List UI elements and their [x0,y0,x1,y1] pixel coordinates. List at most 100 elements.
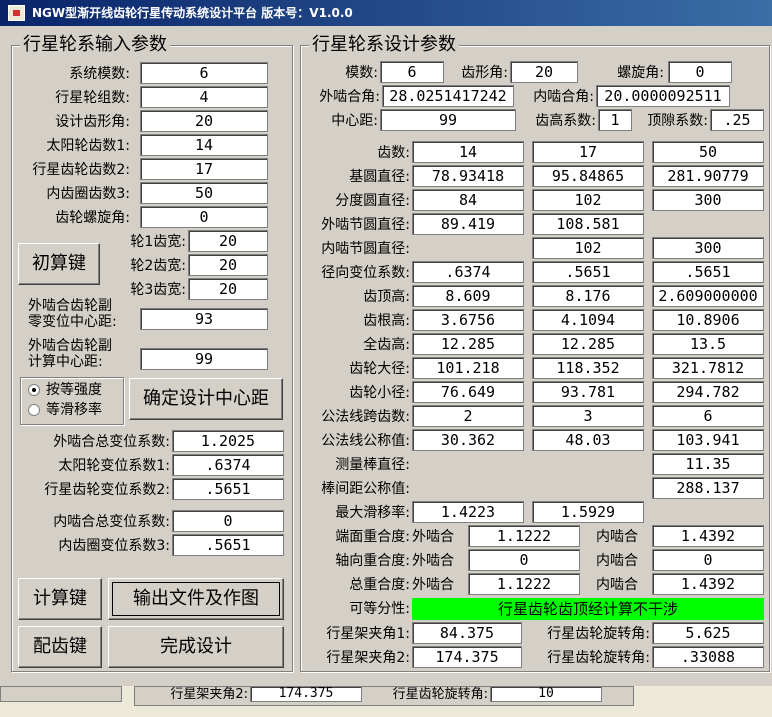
design-cell-1[interactable]: 14 [412,141,524,163]
input-field[interactable]: 6 [140,62,268,84]
design-cell-2[interactable]: 93.781 [532,381,644,403]
input-field[interactable]: 0 [140,206,268,228]
design-cell-3[interactable]: 281.90779 [652,165,764,187]
helix-angle-field[interactable]: 0 [668,61,732,83]
design-cell-3[interactable]: 10.8906 [652,309,764,331]
window-title: NGW型渐开线齿轮行星传动系统设计平台 版本号：V1.0.0 [32,6,353,20]
calc-center-label-1: 外啮合齿轮副 [28,338,112,354]
design-cell-1[interactable]: 8.609 [412,285,524,307]
input-field[interactable]: 50 [140,182,268,204]
design-cell-3[interactable]: 300 [652,237,764,259]
calc-center-field[interactable]: 99 [140,348,268,370]
design-cell-1[interactable]: 1.4223 [412,501,524,523]
overlap-row-label: 端面重合度: [335,529,410,545]
title-bar: NGW型渐开线齿轮行星传动系统设计平台 版本号：V1.0.0 [0,0,772,26]
shift-field-label: 外啮合总变位系数: [53,434,170,450]
shift-field[interactable]: .6374 [172,454,284,476]
overlap-ext-label: 外啮合 [412,529,454,545]
design-cell-3[interactable]: 103.941 [652,429,764,451]
width-field[interactable]: 20 [188,254,268,276]
design-cell-3[interactable]: 11.35 [652,453,764,475]
design-row-label: 棒间距公称值: [321,481,410,497]
design-cell-2[interactable]: 17 [532,141,644,163]
input-field[interactable]: 14 [140,134,268,156]
design-cell-1[interactable]: 101.218 [412,357,524,379]
shift-field-label: 行星齿轮变位系数2: [44,482,170,498]
design-cell-1[interactable]: 84 [412,189,524,211]
output-file-button[interactable]: 输出文件及作图 [108,578,284,620]
helix-angle-label: 螺旋角: [617,65,664,81]
module-field[interactable]: 6 [380,61,444,83]
design-cell-1[interactable]: 78.93418 [412,165,524,187]
tooth-angle-field[interactable]: 20 [510,61,578,83]
overlap-ext-field[interactable]: 1.1222 [468,525,580,547]
overlap-ext-field[interactable]: 0 [468,549,580,571]
design-cell-3[interactable]: 6 [652,405,764,427]
match-teeth-button[interactable]: 配齿键 [18,626,102,668]
design-cell-2[interactable]: 8.176 [532,285,644,307]
design-cell-3[interactable]: 13.5 [652,333,764,355]
bg-planet-rotation-field: 10 [490,686,602,702]
design-cell-2[interactable]: 12.285 [532,333,644,355]
design-cell-1[interactable]: 3.6756 [412,309,524,331]
design-cell-1[interactable]: .6374 [412,261,524,283]
zero-shift-center-field[interactable]: 93 [140,308,268,330]
design-cell-3[interactable]: .5651 [652,261,764,283]
assembly-status: 行星齿轮齿顶经计算不干涉 [412,598,764,620]
shift-field[interactable]: .5651 [172,534,284,556]
overlap-int-field[interactable]: 1.4392 [652,525,764,547]
design-cell-2[interactable]: .5651 [532,261,644,283]
clearance-coef-field[interactable]: .25 [710,109,764,131]
design-cell-2[interactable]: 48.03 [532,429,644,451]
design-cell-1[interactable]: 89.419 [412,213,524,235]
planet-rotation-1-field[interactable]: 5.625 [652,622,764,644]
calc-button[interactable]: 计算键 [18,578,102,620]
design-cell-1[interactable]: 2 [412,405,524,427]
input-field[interactable]: 17 [140,158,268,180]
design-cell-2[interactable]: 4.1094 [532,309,644,331]
design-cell-3[interactable]: 2.609000000 [652,285,764,307]
input-field[interactable]: 20 [140,110,268,132]
design-cell-1[interactable]: 76.649 [412,381,524,403]
shift-field[interactable]: 0 [172,510,284,532]
input-field[interactable]: 4 [140,86,268,108]
width-field-label: 轮2齿宽: [130,258,186,274]
design-row-label: 外啮节圆直径: [321,217,410,233]
width-field[interactable]: 20 [188,230,268,252]
design-cell-1[interactable]: 12.285 [412,333,524,355]
shift-field[interactable]: 1.2025 [172,430,284,452]
design-cell-1[interactable]: 30.362 [412,429,524,451]
radio-equal-slip[interactable] [28,404,40,416]
design-cell-3[interactable]: 294.782 [652,381,764,403]
initial-calc-button[interactable]: 初算键 [18,243,100,285]
design-cell-3[interactable]: 300 [652,189,764,211]
design-row-label: 齿数: [377,145,410,161]
ext-mesh-angle-field[interactable]: 28.0251417242 [382,85,514,107]
design-cell-3[interactable]: 288.137 [652,477,764,499]
input-group-title: 行星轮系输入参数 [20,34,170,56]
design-row-label: 全齿高: [363,337,410,353]
width-field[interactable]: 20 [188,278,268,300]
carrier-angle-1-field[interactable]: 84.375 [412,622,522,644]
confirm-center-button[interactable]: 确定设计中心距 [129,378,283,420]
design-cell-3[interactable]: 321.7812 [652,357,764,379]
overlap-int-field[interactable]: 0 [652,549,764,571]
radio-equal-strength[interactable] [28,384,40,396]
planet-rotation-2-field[interactable]: .33088 [652,646,764,668]
design-cell-2[interactable]: 108.581 [532,213,644,235]
design-cell-2[interactable]: 1.5929 [532,501,644,523]
overlap-ext-field[interactable]: 1.1222 [468,573,580,595]
center-distance-field[interactable]: 99 [380,109,516,131]
finish-design-button[interactable]: 完成设计 [108,626,284,668]
overlap-int-field[interactable]: 1.4392 [652,573,764,595]
design-cell-2[interactable]: 95.84865 [532,165,644,187]
addendum-coef-field[interactable]: 1 [598,109,632,131]
design-cell-2[interactable]: 102 [532,237,644,259]
shift-field[interactable]: .5651 [172,478,284,500]
design-cell-3[interactable]: 50 [652,141,764,163]
design-cell-2[interactable]: 118.352 [532,357,644,379]
carrier-angle-2-field[interactable]: 174.375 [412,646,522,668]
int-mesh-angle-field[interactable]: 20.0000092511 [596,85,730,107]
design-cell-2[interactable]: 3 [532,405,644,427]
design-cell-2[interactable]: 102 [532,189,644,211]
